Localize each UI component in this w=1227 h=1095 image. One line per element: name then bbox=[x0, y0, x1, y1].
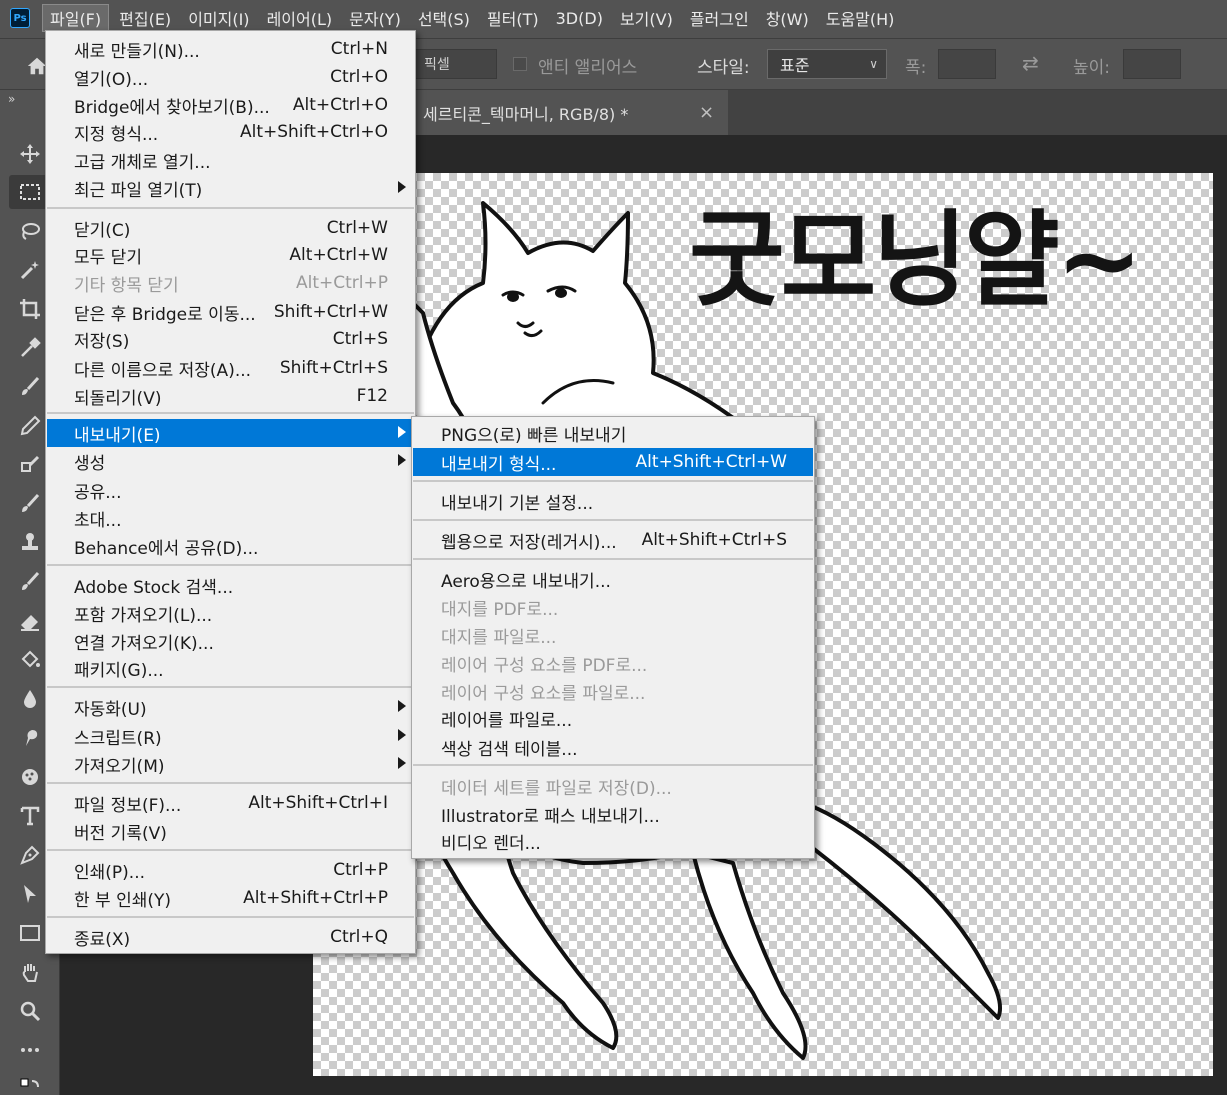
submenu-arrow-icon bbox=[398, 729, 406, 741]
export-submenu: PNG으(로) 빠른 내보내기 내보내기 형식... Alt+Shift+Ctrl… bbox=[411, 416, 815, 859]
menu-print[interactable]: 인쇄(P)... Ctrl+P bbox=[47, 856, 414, 884]
height-label: 높이: bbox=[1073, 58, 1111, 78]
menu-new[interactable]: 새로 만들기(N)... Ctrl+N bbox=[47, 35, 414, 63]
submenu-arrow-icon bbox=[398, 757, 406, 769]
menu-layer-comps-files[interactable]: 레이어 구성 요소를 파일로... bbox=[413, 677, 813, 705]
antialias-label: 앤티 앨리어스 bbox=[538, 58, 638, 78]
menu-render-video[interactable]: 비디오 렌더... bbox=[413, 827, 813, 855]
menu-file-info[interactable]: 파일 정보(F)... Alt+Shift+Ctrl+I bbox=[47, 789, 414, 817]
document-tab-title: 세르티콘_텍마머니, RGB/8) * bbox=[423, 104, 629, 124]
menu-revert[interactable]: 되돌리기(V) F12 bbox=[47, 382, 414, 410]
menu-separator bbox=[47, 849, 414, 851]
swap-colors-icon[interactable] bbox=[9, 1070, 51, 1095]
submenu-arrow-icon bbox=[398, 426, 406, 438]
headline-text: 굿모닝얄~ bbox=[689, 199, 1143, 321]
menu-browse-bridge[interactable]: Bridge에서 찾아보기(B)... Alt+Ctrl+O bbox=[47, 91, 414, 119]
menu-select[interactable]: 선택(S) bbox=[411, 4, 477, 32]
menu-share[interactable]: 공유... bbox=[47, 476, 414, 504]
menu-separator bbox=[47, 686, 414, 688]
menu-image[interactable]: 이미지(I) bbox=[181, 4, 256, 32]
menu-exit[interactable]: 종료(X) Ctrl+Q bbox=[47, 923, 414, 951]
menu-artboards-files[interactable]: 대지를 파일로... bbox=[413, 621, 813, 649]
menu-data-sets[interactable]: 데이터 세트를 파일로 저장(D)... bbox=[413, 772, 813, 800]
menu-window[interactable]: 창(W) bbox=[759, 4, 816, 32]
file-menu: 새로 만들기(N)... Ctrl+N 열기(O)... Ctrl+O Bridge… bbox=[45, 30, 416, 954]
style-value: 표준 bbox=[780, 56, 810, 75]
menu-open[interactable]: 열기(O)... Ctrl+O bbox=[47, 63, 414, 91]
menu-filter[interactable]: 필터(T) bbox=[480, 4, 546, 32]
menu-save-as[interactable]: 다른 이름으로 저장(A)... Shift+Ctrl+S bbox=[47, 354, 414, 382]
menu-separator bbox=[413, 480, 813, 482]
height-input[interactable] bbox=[1123, 49, 1181, 79]
menu-layer[interactable]: 레이어(L) bbox=[260, 4, 340, 32]
width-label: 폭: bbox=[905, 58, 927, 78]
menu-export-as[interactable]: 내보내기 형식... Alt+Shift+Ctrl+W bbox=[413, 448, 813, 476]
menu-open-smart-object[interactable]: 고급 개체로 열기... bbox=[47, 146, 414, 174]
menu-close-go-bridge[interactable]: 닫은 후 Bridge로 이동... Shift+Ctrl+W bbox=[47, 298, 414, 326]
menu-save-for-web[interactable]: 웹용으로 저장(레거시)... Alt+Shift+Ctrl+S bbox=[413, 526, 813, 554]
menu-close-others[interactable]: 기타 항목 닫기 Alt+Ctrl+P bbox=[47, 269, 414, 297]
menu-layers-to-files[interactable]: 레이어를 파일로... bbox=[413, 704, 813, 732]
photoshop-logo: Ps bbox=[10, 8, 30, 28]
menu-separator bbox=[47, 782, 414, 784]
close-icon[interactable]: × bbox=[699, 102, 714, 123]
menu-color-lookup[interactable]: 색상 검색 테이블... bbox=[413, 733, 813, 761]
hand-tool-icon[interactable] bbox=[9, 955, 51, 989]
menu-close[interactable]: 닫기(C) Ctrl+W bbox=[47, 214, 414, 242]
submenu-arrow-icon bbox=[398, 454, 406, 466]
menu-generate[interactable]: 생성 bbox=[47, 447, 414, 475]
style-label: 스타일: bbox=[697, 58, 750, 78]
menu-separator bbox=[47, 412, 414, 414]
width-input[interactable] bbox=[938, 49, 996, 79]
swap-icon[interactable]: ⇄ bbox=[1022, 51, 1039, 75]
menu-separator bbox=[47, 564, 414, 566]
menu-file[interactable]: 파일(F) bbox=[42, 4, 110, 32]
menu-print-one-copy[interactable]: 한 부 인쇄(Y) Alt+Shift+Ctrl+P bbox=[47, 884, 414, 912]
menu-open-recent[interactable]: 최근 파일 열기(T) bbox=[47, 174, 414, 202]
menu-plugins[interactable]: 플러그인 bbox=[683, 4, 756, 32]
menu-3d[interactable]: 3D(D) bbox=[549, 4, 610, 32]
menu-view[interactable]: 보기(V) bbox=[613, 4, 680, 32]
menu-package[interactable]: 패키지(G)... bbox=[47, 654, 414, 682]
submenu-arrow-icon bbox=[398, 181, 406, 193]
menu-separator bbox=[413, 764, 813, 766]
menu-artboards-pdf[interactable]: 대지를 PDF로... bbox=[413, 593, 813, 621]
menu-open-as[interactable]: 지정 형식... Alt+Shift+Ctrl+O bbox=[47, 118, 414, 146]
document-tab[interactable]: 세르티콘_텍마머니, RGB/8) * × bbox=[415, 90, 728, 135]
zoom-tool-icon[interactable] bbox=[9, 994, 51, 1028]
style-select[interactable]: 표준 ∨ bbox=[767, 49, 887, 79]
collapse-icon[interactable]: » bbox=[8, 92, 15, 106]
menu-separator bbox=[47, 916, 414, 918]
unit-field[interactable]: 픽셀 bbox=[415, 49, 497, 79]
antialias-checkbox[interactable] bbox=[513, 57, 527, 71]
menu-invite[interactable]: 초대... bbox=[47, 504, 414, 532]
menu-close-all[interactable]: 모두 닫기 Alt+Ctrl+W bbox=[47, 241, 414, 269]
menu-scripts[interactable]: 스크립트(R) bbox=[47, 722, 414, 750]
menu-export-aero[interactable]: Aero용으로 내보내기... bbox=[413, 565, 813, 593]
submenu-arrow-icon bbox=[398, 700, 406, 712]
menu-place-embedded[interactable]: 포함 가져오기(L)... bbox=[47, 599, 414, 627]
menu-separator bbox=[413, 519, 813, 521]
menu-export-preferences[interactable]: 내보내기 기본 설정... bbox=[413, 487, 813, 515]
menu-separator bbox=[47, 207, 414, 209]
menu-share-behance[interactable]: Behance에서 공유(D)... bbox=[47, 532, 414, 560]
menu-type[interactable]: 문자(Y) bbox=[342, 4, 408, 32]
menu-place-linked[interactable]: 연결 가져오기(K)... bbox=[47, 627, 414, 655]
more-tools-icon[interactable] bbox=[9, 1033, 51, 1067]
menu-import[interactable]: 가져오기(M) bbox=[47, 750, 414, 778]
menu-save[interactable]: 저장(S) Ctrl+S bbox=[47, 325, 414, 353]
menu-help[interactable]: 도움말(H) bbox=[819, 4, 902, 32]
chevron-down-icon: ∨ bbox=[869, 57, 878, 71]
photoshop-window: Ps 파일(F) 편집(E) 이미지(I) 레이어(L) 문자(Y) 선택(S)… bbox=[0, 0, 1227, 1095]
menu-edit[interactable]: 편집(E) bbox=[112, 4, 178, 32]
menu-separator bbox=[413, 558, 813, 560]
menu-version-history[interactable]: 버전 기록(V) bbox=[47, 817, 414, 845]
menu-export[interactable]: 내보내기(E) bbox=[47, 419, 414, 447]
menu-paths-illustrator[interactable]: Illustrator로 패스 내보내기... bbox=[413, 800, 813, 828]
menu-quick-export-png[interactable]: PNG으(로) 빠른 내보내기 bbox=[413, 419, 813, 447]
menu-adobe-stock[interactable]: Adobe Stock 검색... bbox=[47, 571, 414, 599]
menu-automate[interactable]: 자동화(U) bbox=[47, 693, 414, 721]
menu-layer-comps-pdf[interactable]: 레이어 구성 요소를 PDF로... bbox=[413, 649, 813, 677]
